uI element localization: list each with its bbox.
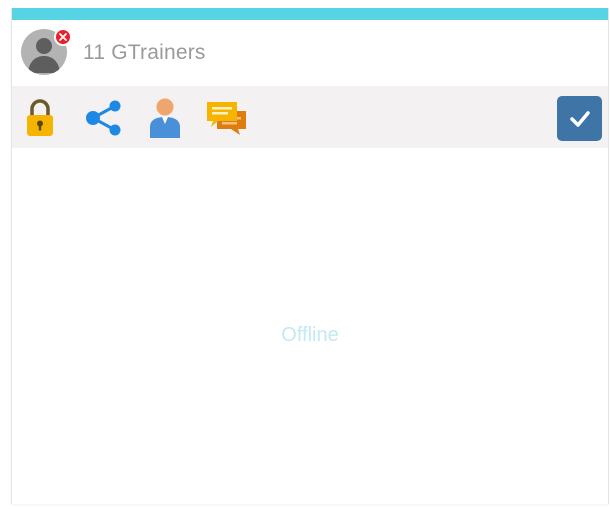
- close-icon: [59, 33, 67, 41]
- lock-button[interactable]: [18, 96, 62, 140]
- chat-button[interactable]: [205, 96, 249, 140]
- trainer-name: 11 GTrainers: [83, 41, 206, 64]
- share-icon: [86, 100, 121, 136]
- user-button[interactable]: [143, 96, 187, 140]
- trainer-card: 11 GTrainers Offline: [11, 8, 609, 504]
- lock-icon: [27, 99, 53, 136]
- offline-status-badge: [54, 28, 72, 46]
- card-header: 11 GTrainers: [12, 20, 608, 84]
- checkmark-icon: [569, 110, 590, 127]
- accent-bar: [12, 8, 608, 20]
- card-content: Offline: [12, 148, 608, 504]
- toolbar: [12, 86, 608, 148]
- confirm-button[interactable]: [557, 96, 602, 141]
- share-button[interactable]: [82, 96, 126, 140]
- offline-status-text: Offline: [281, 324, 339, 346]
- user-icon: [150, 98, 180, 138]
- chat-icon: [207, 102, 246, 135]
